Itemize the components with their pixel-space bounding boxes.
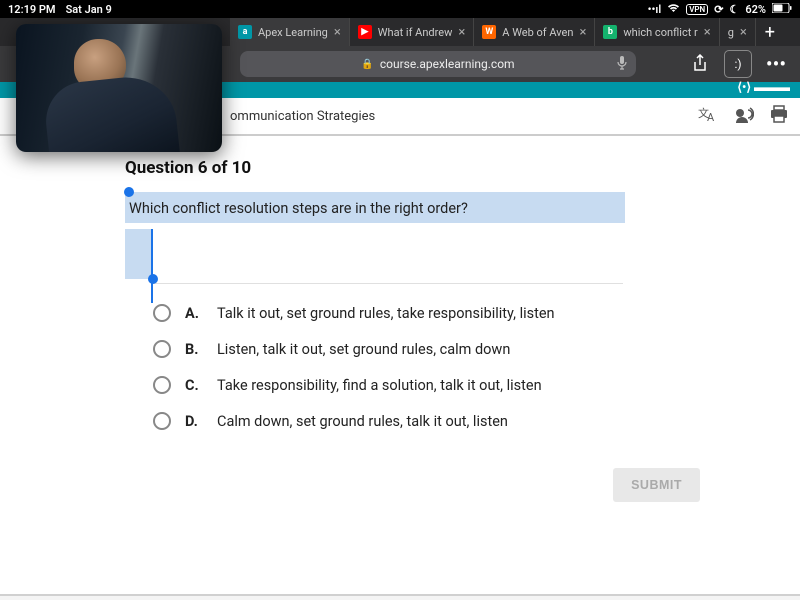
tab-title: which conflict r: [623, 26, 697, 39]
status-time: 12:19 PM: [8, 3, 56, 16]
url-field[interactable]: 🔒 course.apexlearning.com: [240, 51, 636, 77]
more-icon[interactable]: •••: [762, 50, 790, 78]
submit-button[interactable]: SUBMIT: [613, 468, 700, 502]
browser-tab[interactable]: b which conflict r ×: [595, 18, 719, 46]
radio-icon[interactable]: [153, 412, 171, 430]
option-text: Listen, talk it out, set ground rules, c…: [217, 341, 510, 358]
favicon-icon: W: [482, 25, 496, 39]
question-text: Which conflict resolution steps are in t…: [129, 200, 468, 217]
radio-icon[interactable]: [153, 340, 171, 358]
status-date: Sat Jan 9: [66, 3, 112, 16]
tab-close-icon[interactable]: ×: [458, 25, 465, 40]
tab-title: What if Andrew: [378, 26, 453, 39]
option-letter: C.: [185, 377, 203, 394]
svg-text:A: A: [707, 111, 715, 123]
tab-title: Apex Learning: [258, 26, 328, 39]
option-text: Talk it out, set ground rules, take resp…: [217, 305, 555, 322]
browser-tab[interactable]: W A Web of Aven ×: [474, 18, 595, 46]
print-icon[interactable]: [770, 105, 788, 127]
selection-handle-start[interactable]: [124, 187, 134, 197]
microphone-icon[interactable]: [616, 55, 628, 74]
favicon-icon: ▶: [358, 25, 372, 39]
answer-option[interactable]: C. Take responsibility, find a solution,…: [153, 376, 740, 394]
tab-close-icon[interactable]: ×: [579, 25, 586, 40]
tab-close-icon[interactable]: ×: [334, 25, 341, 40]
status-bar: 12:19 PM Sat Jan 9 ••ıl VPN ⟳ ☾ 62%: [0, 0, 800, 18]
apex-logo-icon: ⟨•⟩ ▬▬▬: [737, 80, 790, 94]
favicon-icon: b: [603, 25, 617, 39]
picture-in-picture-video[interactable]: [16, 24, 222, 152]
option-letter: B.: [185, 341, 203, 358]
answer-option[interactable]: D. Calm down, set ground rules, talk it …: [153, 412, 740, 430]
browser-tab[interactable]: g ×: [720, 18, 756, 46]
question-content: Question 6 of 10 Which conflict resoluti…: [0, 136, 800, 502]
battery-icon: [772, 3, 792, 16]
read-aloud-icon[interactable]: [734, 105, 754, 127]
orientation-lock-icon: ⟳: [714, 3, 723, 16]
new-tab-button[interactable]: +: [756, 18, 784, 46]
browser-tab[interactable]: a Apex Learning ×: [230, 18, 350, 46]
option-text: Take responsibility, find a solution, ta…: [217, 377, 542, 394]
lock-icon: 🔒: [361, 59, 373, 70]
radio-icon[interactable]: [153, 376, 171, 394]
selection-extension: [125, 229, 153, 279]
reader-icon[interactable]: :): [724, 50, 752, 78]
question-text-selection[interactable]: Which conflict resolution steps are in t…: [125, 192, 625, 223]
url-text: course.apexlearning.com: [380, 57, 515, 71]
option-letter: A.: [185, 305, 203, 322]
share-icon[interactable]: [686, 50, 714, 78]
option-text: Calm down, set ground rules, talk it out…: [217, 413, 508, 430]
tab-close-icon[interactable]: ×: [704, 25, 711, 40]
answer-option[interactable]: A. Talk it out, set ground rules, take r…: [153, 304, 740, 322]
question-number: Question 6 of 10: [125, 158, 740, 178]
tab-title: A Web of Aven: [502, 26, 573, 39]
bottom-border: [0, 594, 800, 600]
browser-tab[interactable]: ▶ What if Andrew ×: [350, 18, 475, 46]
favicon-icon: a: [238, 25, 252, 39]
wifi-icon: [667, 3, 680, 16]
tab-title: g: [728, 26, 734, 39]
answer-option[interactable]: B. Listen, talk it out, set ground rules…: [153, 340, 740, 358]
battery-percent: 62%: [745, 3, 766, 16]
option-letter: D.: [185, 413, 203, 430]
moon-icon: ☾: [729, 3, 739, 16]
tab-close-icon[interactable]: ×: [740, 25, 747, 40]
lesson-title: ommunication Strategies: [230, 109, 698, 124]
cellular-icon: ••ıl: [648, 3, 662, 16]
vpn-badge: VPN: [686, 4, 708, 15]
divider: [153, 283, 623, 284]
selection-handle-end[interactable]: [148, 274, 158, 284]
text-cursor: [151, 229, 153, 303]
answer-options: A. Talk it out, set ground rules, take r…: [153, 304, 740, 430]
radio-icon[interactable]: [153, 304, 171, 322]
translate-icon[interactable]: 文A: [698, 105, 718, 127]
